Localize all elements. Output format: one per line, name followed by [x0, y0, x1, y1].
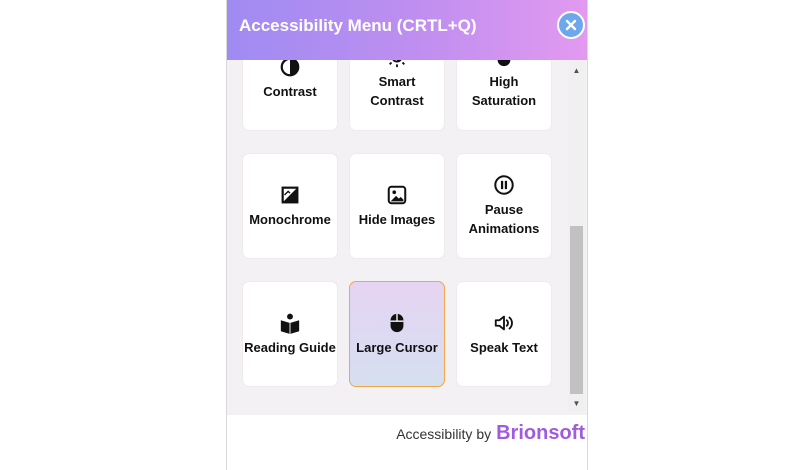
close-x-icon	[565, 19, 577, 31]
options-scroll-area: Contrast Smart Contrast High Saturation …	[227, 60, 587, 415]
tile-high-saturation[interactable]: High Saturation	[456, 60, 552, 131]
tile-monochrome[interactable]: Monochrome	[242, 153, 338, 259]
pause-icon	[494, 175, 514, 195]
smart-contrast-icon	[389, 60, 405, 68]
contrast-icon	[280, 60, 300, 76]
tile-reading-guide[interactable]: Reading Guide	[242, 281, 338, 387]
tile-label: Smart Contrast	[370, 74, 424, 108]
tile-pause-animations[interactable]: Pause Animations	[456, 153, 552, 259]
brand-link[interactable]: Brionsoft	[496, 422, 585, 445]
reading-guide-icon	[280, 313, 300, 334]
tile-label: Pause Animations	[468, 202, 540, 236]
footer-credit: Accessibility by Brionsoft	[396, 422, 585, 445]
vertical-scrollbar[interactable]: ▲ ▼	[568, 60, 585, 412]
image-icon	[387, 185, 407, 204]
scroll-up-arrow-icon[interactable]: ▲	[568, 62, 585, 79]
tile-large-cursor[interactable]: Large Cursor	[349, 281, 445, 387]
scrollbar-thumb[interactable]	[570, 226, 583, 394]
tile-label: Monochrome	[249, 211, 331, 227]
tile-hide-images[interactable]: Hide Images	[349, 153, 445, 259]
scroll-down-arrow-icon[interactable]: ▼	[568, 395, 585, 412]
tile-smart-contrast[interactable]: Smart Contrast	[349, 60, 445, 131]
speaker-icon	[494, 315, 513, 330]
tile-label: High Saturation	[471, 74, 537, 108]
tile-contrast[interactable]: Contrast	[242, 60, 338, 131]
panel-title: Accessibility Menu (CRTL+Q)	[239, 16, 477, 35]
tile-speak-text[interactable]: Speak Text	[456, 281, 552, 387]
accessibility-panel: Accessibility Menu (CRTL+Q) Contrast Sma…	[226, 0, 588, 470]
saturation-icon	[497, 60, 511, 67]
tile-label: Speak Text	[470, 339, 538, 355]
tile-label: Hide Images	[358, 211, 436, 227]
panel-header: Accessibility Menu (CRTL+Q)	[227, 0, 587, 60]
close-button[interactable]	[557, 11, 585, 39]
panel-footer: Accessibility by Brionsoft	[227, 415, 587, 470]
mouse-icon	[390, 313, 404, 332]
tile-label: Reading Guide	[244, 339, 336, 355]
tile-label: Contrast	[263, 83, 317, 99]
monochrome-icon	[281, 186, 299, 203]
footer-prefix: Accessibility by	[396, 426, 492, 442]
tile-label: Large Cursor	[356, 339, 438, 355]
